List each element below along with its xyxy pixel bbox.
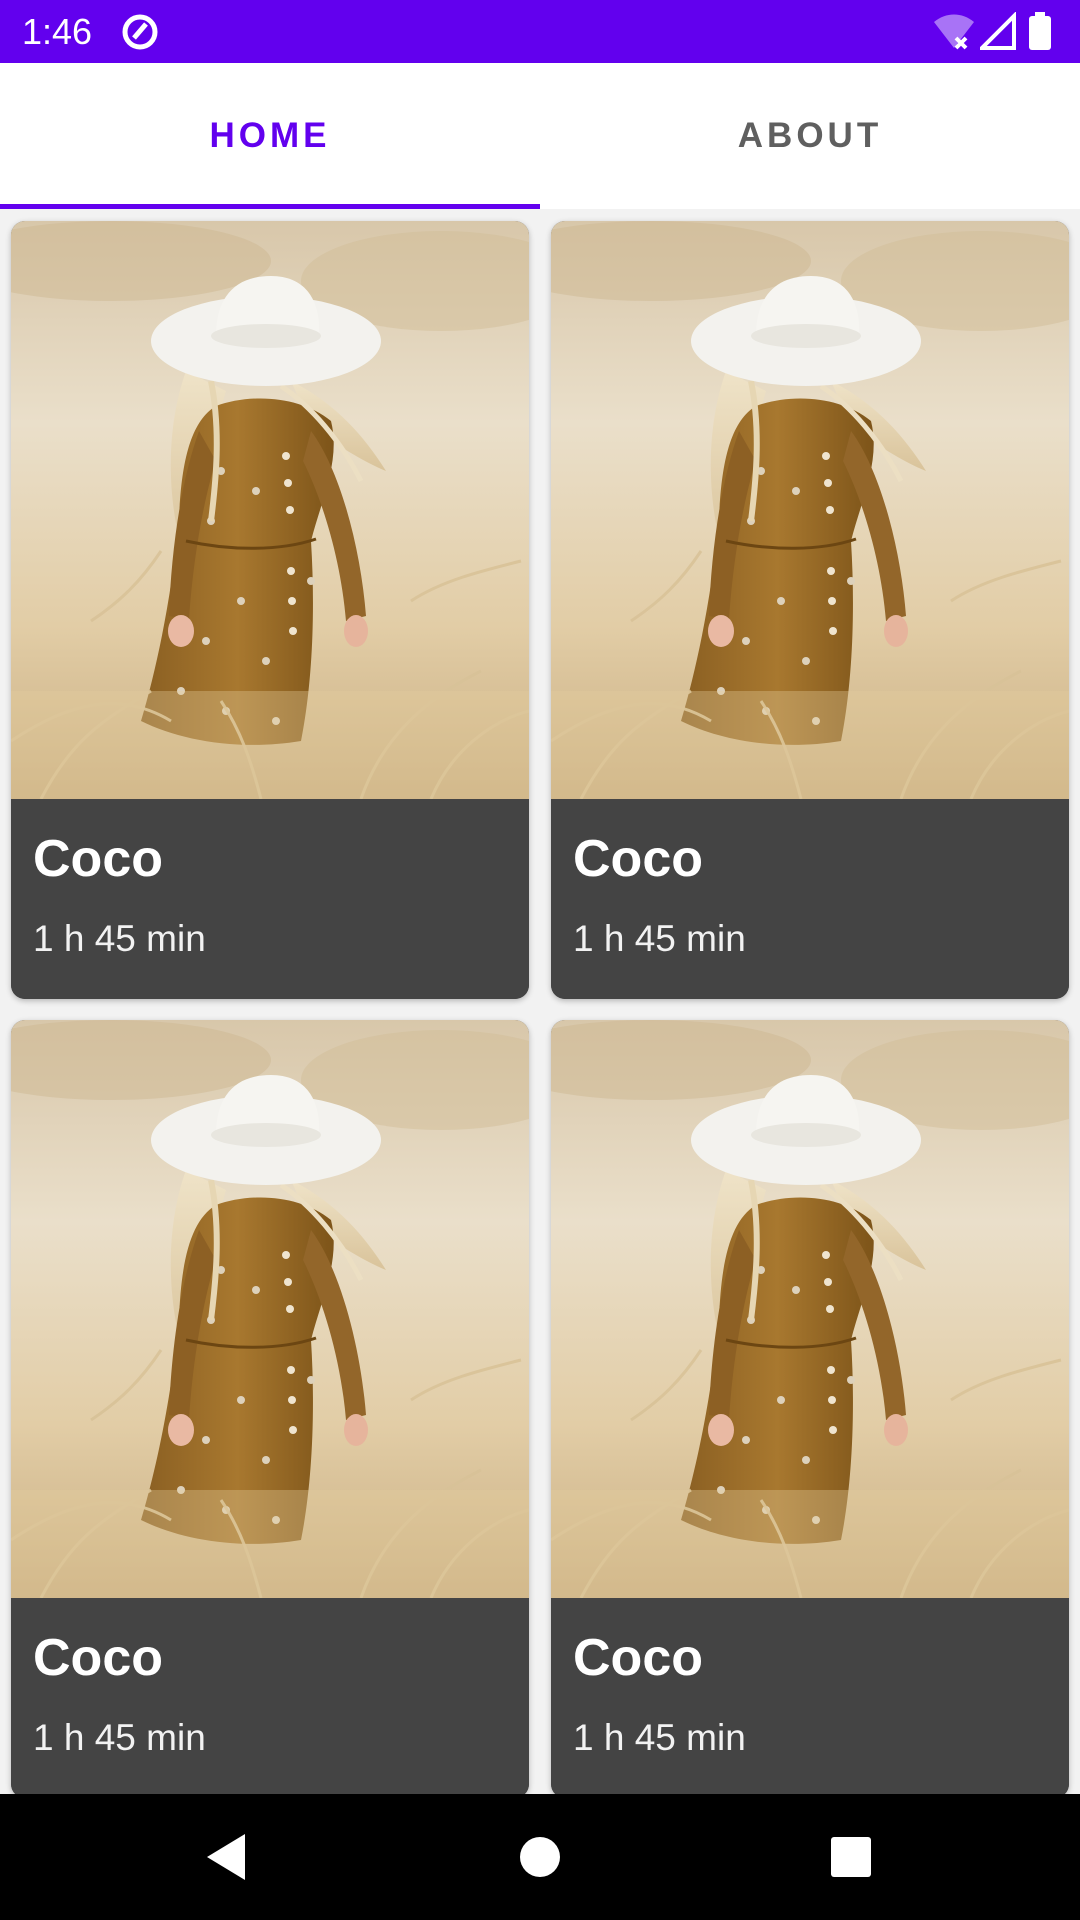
cell-signal-icon: [980, 12, 1016, 50]
tab-about[interactable]: ABOUT: [540, 63, 1080, 209]
card-caption: Coco 1 h 45 min: [11, 799, 529, 999]
movie-duration: 1 h 45 min: [573, 918, 746, 959]
tab-bar: HOME ABOUT: [0, 63, 1080, 209]
navigation-bar: [0, 1794, 1080, 1920]
movie-card[interactable]: Coco 1 h 45 min: [551, 221, 1069, 999]
wifi-off-icon: [934, 14, 974, 50]
movie-card[interactable]: Coco 1 h 45 min: [11, 221, 529, 999]
home-icon[interactable]: [507, 1824, 573, 1890]
movie-duration: 1 h 45 min: [33, 1717, 206, 1758]
movie-card[interactable]: Coco 1 h 45 min: [11, 1020, 529, 1794]
app-notification-icon: [122, 14, 158, 50]
movie-title: Coco: [33, 830, 163, 888]
movie-duration: 1 h 45 min: [573, 1717, 746, 1758]
movie-poster-image: [551, 1020, 1069, 1598]
back-icon[interactable]: [193, 1824, 259, 1890]
movie-grid: Coco 1 h 45 min Coco 1 h 45 min Coco 1 h…: [0, 209, 1080, 1794]
movie-poster-image: [551, 221, 1069, 799]
movie-title: Coco: [33, 1629, 163, 1687]
tab-home[interactable]: HOME: [0, 63, 540, 209]
card-caption: Coco 1 h 45 min: [551, 1598, 1069, 1794]
battery-icon: [1029, 12, 1051, 50]
movie-title: Coco: [573, 1629, 703, 1687]
card-caption: Coco 1 h 45 min: [551, 799, 1069, 999]
status-icons: [932, 12, 1062, 52]
card-caption: Coco 1 h 45 min: [11, 1598, 529, 1794]
status-bar: 1:46: [0, 0, 1080, 63]
status-time: 1:46: [22, 11, 93, 52]
movie-card[interactable]: Coco 1 h 45 min: [551, 1020, 1069, 1794]
movie-title: Coco: [573, 830, 703, 888]
movie-duration: 1 h 45 min: [33, 918, 206, 959]
movie-poster-image: [11, 221, 529, 799]
recents-icon[interactable]: [818, 1824, 884, 1890]
movie-poster-image: [11, 1020, 529, 1598]
